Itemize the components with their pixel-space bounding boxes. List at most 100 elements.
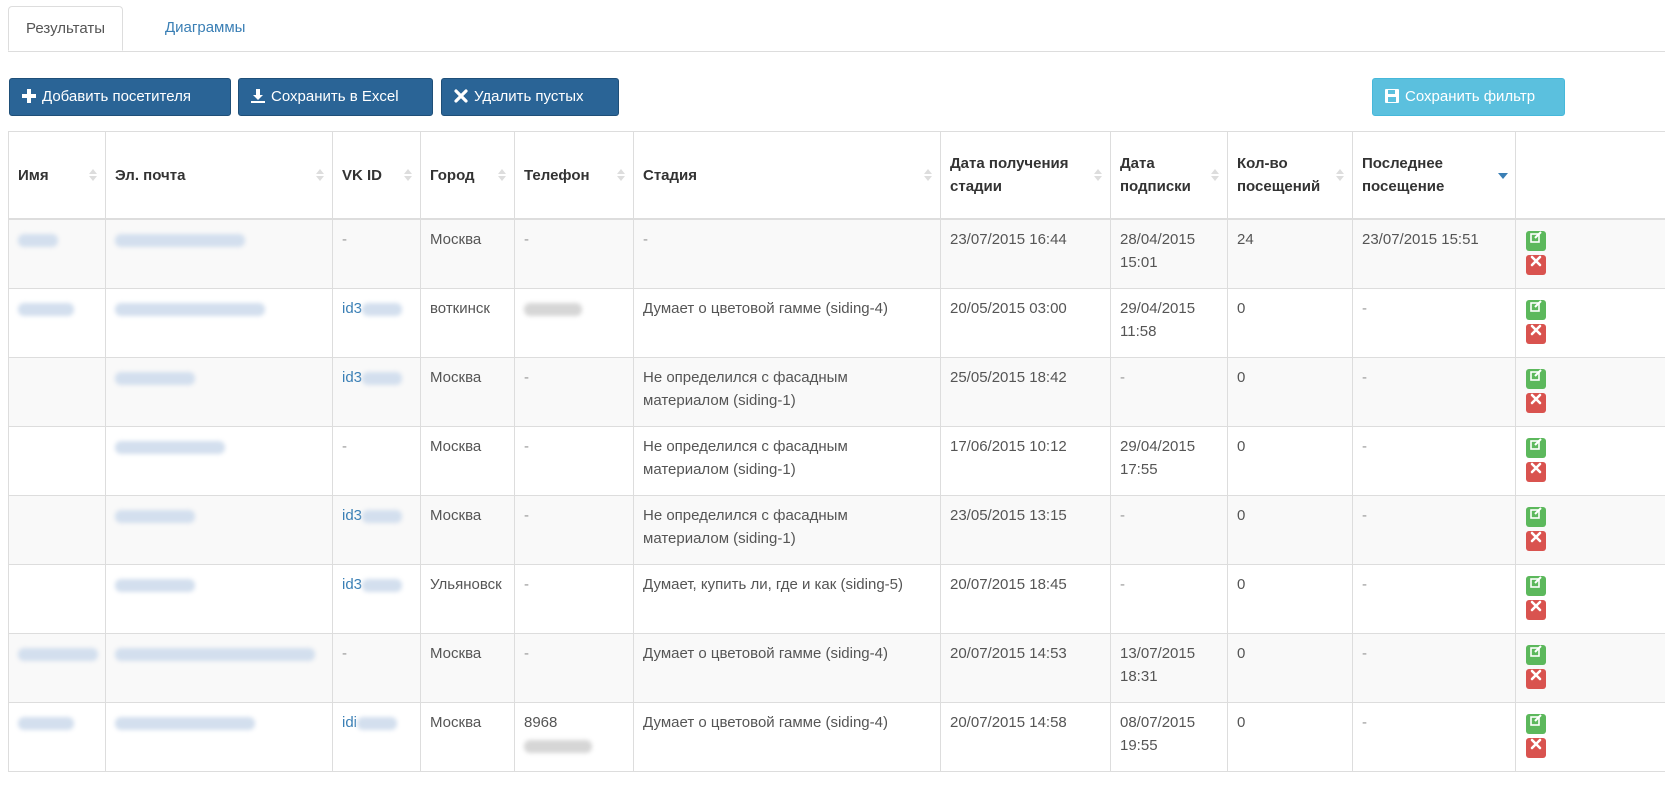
- delete-icon: [1530, 669, 1542, 681]
- tab-charts[interactable]: Диаграммы: [148, 6, 262, 51]
- vkid-value[interactable]: id3: [342, 369, 362, 386]
- delete-button[interactable]: [1526, 393, 1546, 413]
- delete-button[interactable]: [1526, 669, 1546, 689]
- col-header-stage-date[interactable]: Дата получения стадии: [940, 131, 1111, 220]
- cell-city: Москва: [420, 702, 515, 772]
- city-value: Москва: [430, 714, 482, 731]
- delete-button[interactable]: [1526, 324, 1546, 344]
- city-value: Москва: [430, 645, 482, 662]
- redacted-name: [18, 647, 98, 661]
- cell-email: [105, 357, 333, 427]
- edit-button[interactable]: [1526, 438, 1546, 458]
- cell-last-visit: -: [1352, 288, 1516, 358]
- vkid-value[interactable]: id3: [342, 300, 362, 317]
- cell-email: [105, 702, 333, 772]
- cell-name: [8, 288, 106, 358]
- cell-visits: 0: [1227, 564, 1353, 634]
- col-header-city[interactable]: Город: [420, 131, 515, 220]
- col-header-label: VK ID: [342, 166, 383, 184]
- redacted-phone: [524, 302, 582, 316]
- edit-button[interactable]: [1526, 714, 1546, 734]
- visits-value: 0: [1237, 645, 1246, 662]
- delete-button[interactable]: [1526, 462, 1546, 482]
- cell-actions: [1515, 633, 1665, 703]
- tab-bar: Результаты Диаграммы: [8, 0, 1665, 52]
- edit-button[interactable]: [1526, 231, 1546, 251]
- delete-button[interactable]: [1526, 738, 1546, 758]
- delete-icon: [1530, 738, 1542, 750]
- col-header-visits[interactable]: Кол-во посещений: [1227, 131, 1353, 220]
- delete-button[interactable]: [1526, 600, 1546, 620]
- stage-date-value: 20/07/2015 18:45: [950, 576, 1067, 593]
- cell-name: [8, 357, 106, 427]
- sort-icon: [497, 168, 507, 182]
- vkid-value[interactable]: id3: [342, 507, 362, 524]
- sort-icon: [315, 168, 325, 182]
- cell-email: [105, 564, 333, 634]
- cell-stage: Думает о цветовой гамме (siding-4): [633, 702, 941, 772]
- redacted-vkid: [362, 371, 403, 385]
- sub-date-value: 28/04/2015 15:01: [1120, 231, 1196, 271]
- col-header-stage[interactable]: Стадия: [633, 131, 941, 220]
- delete-icon: [1530, 462, 1542, 474]
- col-header-name[interactable]: Имя: [8, 131, 106, 220]
- sort-desc-icon: [1498, 168, 1508, 182]
- col-header-email[interactable]: Эл. почта: [105, 131, 333, 220]
- visits-value: 24: [1237, 231, 1254, 248]
- tab-results[interactable]: Результаты: [8, 6, 123, 51]
- redacted-email: [115, 302, 265, 316]
- delete-empty-button[interactable]: Удалить пустых: [441, 78, 619, 116]
- sort-icon: [616, 168, 626, 182]
- last-visit-value: -: [1362, 645, 1367, 662]
- cell-stage-date: 17/06/2015 10:12: [940, 426, 1111, 496]
- col-header-last-visit[interactable]: Последнее посещение: [1352, 131, 1516, 220]
- cell-vkid: idi: [332, 702, 421, 772]
- stage-date-value: 25/05/2015 18:42: [950, 369, 1067, 386]
- redacted-name: [18, 233, 58, 247]
- edit-button[interactable]: [1526, 645, 1546, 665]
- sort-icon: [1093, 168, 1103, 182]
- save-excel-button[interactable]: Сохранить в Excel: [238, 78, 433, 116]
- col-header-label: Дата получения стадии: [950, 155, 1069, 195]
- cell-stage: Думает, купить ли, где и как (siding-5): [633, 564, 941, 634]
- stage-date-value: 20/05/2015 03:00: [950, 300, 1067, 317]
- cell-phone: -: [514, 564, 634, 634]
- add-visitor-button[interactable]: Добавить посетителя: [9, 78, 231, 116]
- col-header-sub-date[interactable]: Дата подписки: [1110, 131, 1228, 220]
- sub-date-value: -: [1120, 507, 1125, 524]
- redacted-email: [115, 233, 245, 247]
- stage-date-value: 17/06/2015 10:12: [950, 438, 1067, 455]
- phone-value: -: [524, 231, 529, 248]
- cell-actions: [1515, 702, 1665, 772]
- sort-icon: [1335, 168, 1345, 182]
- col-header-label: Последнее посещение: [1362, 155, 1445, 195]
- cell-sub-date: 29/04/2015 17:55: [1110, 426, 1228, 496]
- vkid-value[interactable]: -: [342, 438, 347, 455]
- cell-sub-date: 29/04/2015 11:58: [1110, 288, 1228, 358]
- vkid-value[interactable]: -: [342, 231, 347, 248]
- cell-actions: [1515, 495, 1665, 565]
- vkid-value[interactable]: idi: [342, 714, 357, 731]
- col-header-label: Телефон: [524, 166, 590, 184]
- cell-city: Москва: [420, 357, 515, 427]
- vkid-value[interactable]: -: [342, 645, 347, 662]
- sub-date-value: 29/04/2015 11:58: [1120, 300, 1196, 340]
- stage-value: Думает о цветовой гамме (siding-4): [643, 300, 888, 317]
- vkid-value[interactable]: id3: [342, 576, 362, 593]
- save-filter-button[interactable]: Сохранить фильтр: [1372, 78, 1565, 116]
- cell-phone: -: [514, 426, 634, 496]
- download-icon: [251, 89, 265, 103]
- cell-vkid: id3: [332, 288, 421, 358]
- edit-button[interactable]: [1526, 507, 1546, 527]
- col-header-phone[interactable]: Телефон: [514, 131, 634, 220]
- table-row: - Москва - Думает о цветовой гамме (sidi…: [8, 633, 1665, 703]
- edit-button[interactable]: [1526, 369, 1546, 389]
- delete-button[interactable]: [1526, 255, 1546, 275]
- cell-city: Москва: [420, 495, 515, 565]
- col-header-label: Дата подписки: [1120, 155, 1191, 195]
- delete-button[interactable]: [1526, 531, 1546, 551]
- cell-last-visit: -: [1352, 426, 1516, 496]
- edit-button[interactable]: [1526, 576, 1546, 596]
- col-header-vkid[interactable]: VK ID: [332, 131, 421, 220]
- edit-button[interactable]: [1526, 300, 1546, 320]
